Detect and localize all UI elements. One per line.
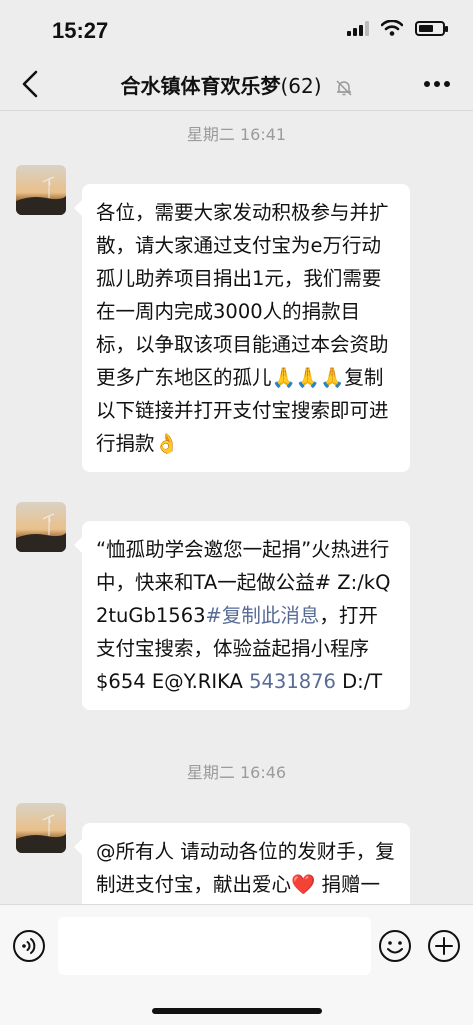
message-bubble[interactable]: “恤孤助学会邀您一起捐”火热进行中，快来和TA一起做公益# Z:/kQ2tuGb… [74,521,410,710]
cellular-signal-icon [347,20,369,36]
battery-icon [415,20,448,36]
home-indicator[interactable] [152,1008,322,1014]
message-text-end: D:/T [335,670,383,693]
chat-header: 合水镇体育欢乐梦(62) [0,58,473,111]
message-list[interactable]: 星期二 16:41 各位，需要大家发动积极参与并扩散，请大家通过支付宝为e万行动… [0,111,473,904]
folded-hands-emoji: 🙏🙏🙏 [271,366,345,389]
chat-title: 合水镇体育欢乐梦(62) [0,70,473,99]
timestamp: 星期二 16:46 [186,763,287,782]
member-count: (62) [280,74,322,98]
copy-message-link[interactable]: #复制此消息 [206,604,320,627]
voice-input-icon[interactable] [12,929,46,963]
input-bar [0,904,473,1025]
status-bar: 15:27 [0,0,473,58]
ok-hand-emoji: 👌 [154,432,179,455]
message-bubble[interactable]: @所有人 请动动各位的发财手，复制进支付宝，献出爱心❤️ 捐赠一元 [74,823,410,904]
phone-number-link[interactable]: 5431876 [249,670,336,693]
more-dot-icon [444,81,450,87]
emoji-picker-icon[interactable] [378,929,412,963]
message-bubble[interactable]: 各位，需要大家发动积极参与并扩散，请大家通过支付宝为e万行动孤儿助养项目捐出1元… [74,184,410,472]
wifi-icon [381,20,403,36]
sender-avatar[interactable] [16,165,66,215]
message-input[interactable] [58,917,371,975]
more-dot-icon [424,81,430,87]
more-dot-icon [434,81,440,87]
group-name: 合水镇体育欢乐梦 [120,74,281,98]
sender-avatar[interactable] [16,502,66,552]
sender-avatar[interactable] [16,803,66,853]
status-time: 15:27 [52,18,109,43]
add-attachment-icon[interactable] [427,929,461,963]
mute-bell-icon [335,79,352,96]
message-text: 各位，需要大家发动积极参与并扩散，请大家通过支付宝为e万行动孤儿助养项目捐出1元… [96,201,389,389]
status-icons [347,20,448,36]
red-heart-emoji: ❤️ [291,873,316,896]
more-options-button[interactable] [419,72,455,96]
timestamp: 星期二 16:41 [186,125,287,144]
